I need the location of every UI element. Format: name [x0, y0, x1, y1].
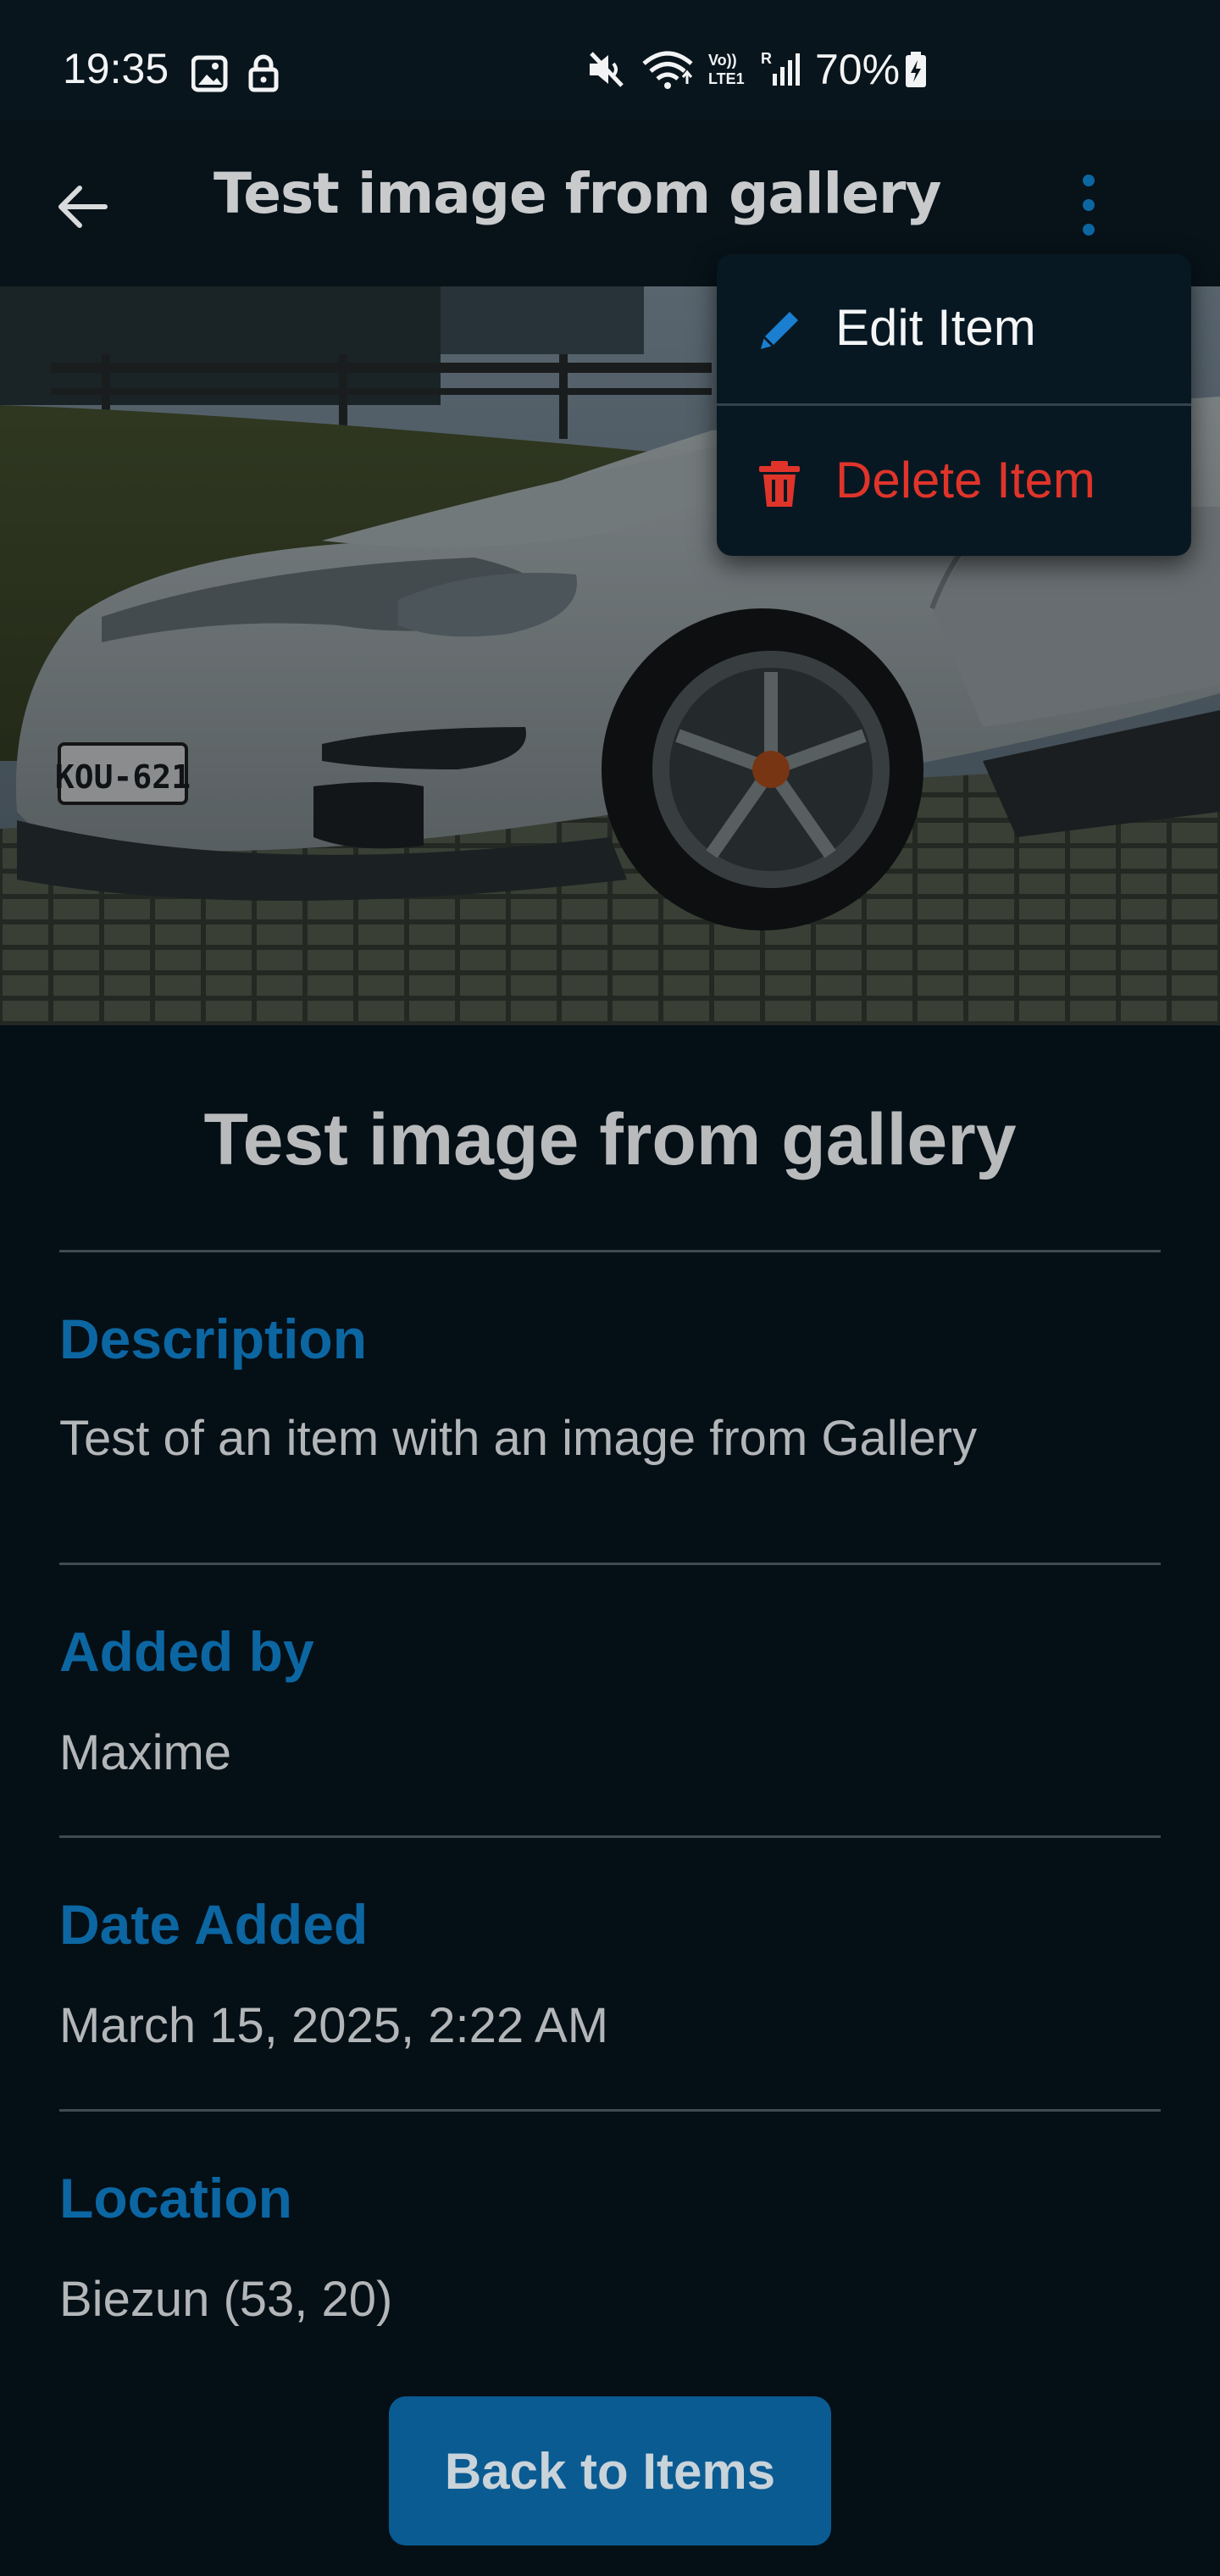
added-by-label: Added by [59, 1620, 314, 1683]
menu-item-delete[interactable]: Delete Item [717, 407, 1191, 556]
back-button[interactable] [49, 173, 117, 241]
menu-item-label: Edit Item [835, 299, 1036, 356]
arrow-left-icon [58, 186, 108, 228]
app-bar-title: Test image from gallery [214, 161, 941, 226]
overflow-menu-button[interactable] [1068, 167, 1110, 243]
added-by-value: Maxime [59, 1725, 232, 1780]
svg-text:R: R [761, 50, 772, 67]
status-right-icons: Vo)) LTE1 R 70% [585, 44, 929, 95]
date-added-value: March 15, 2025, 2:22 AM [59, 1998, 609, 2053]
menu-item-label: Delete Item [835, 452, 1095, 508]
lock-icon [248, 54, 279, 92]
pencil-icon [761, 312, 798, 349]
battery-charging-icon [906, 52, 927, 87]
menu-item-edit[interactable]: Edit Item [717, 254, 1191, 403]
back-to-items-button[interactable]: Back to Items [389, 2396, 831, 2545]
svg-text:LTE1: LTE1 [708, 70, 745, 87]
description-label: Description [59, 1307, 368, 1370]
date-added-label: Date Added [59, 1893, 369, 1956]
status-left-icons [191, 54, 279, 92]
divider [59, 1250, 1161, 1252]
overflow-menu: Edit Item Delete Item [717, 254, 1191, 556]
wifi-icon [642, 51, 693, 89]
location-value: Biezun (53, 20) [59, 2272, 393, 2327]
divider [59, 2109, 1161, 2112]
signal-icon: R [761, 50, 800, 86]
volte-icon: Vo)) LTE1 [708, 52, 745, 87]
image-icon [191, 55, 228, 92]
status-bar: 19:35 Vo)) LTE1 R 70% [0, 0, 1220, 120]
item-title: Test image from gallery [203, 1099, 1017, 1180]
battery-percent: 70% [815, 46, 901, 93]
status-time: 19:35 [63, 45, 169, 92]
location-label: Location [59, 2167, 292, 2229]
divider [59, 1835, 1161, 1838]
menu-divider [717, 403, 1191, 406]
mute-icon [590, 52, 624, 87]
svg-text:Vo)): Vo)) [708, 52, 737, 69]
more-vertical-icon [1083, 175, 1095, 236]
divider [59, 1563, 1161, 1565]
description-value: Test of an item with an image from Galle… [59, 1411, 978, 1466]
trash-icon [759, 461, 800, 507]
